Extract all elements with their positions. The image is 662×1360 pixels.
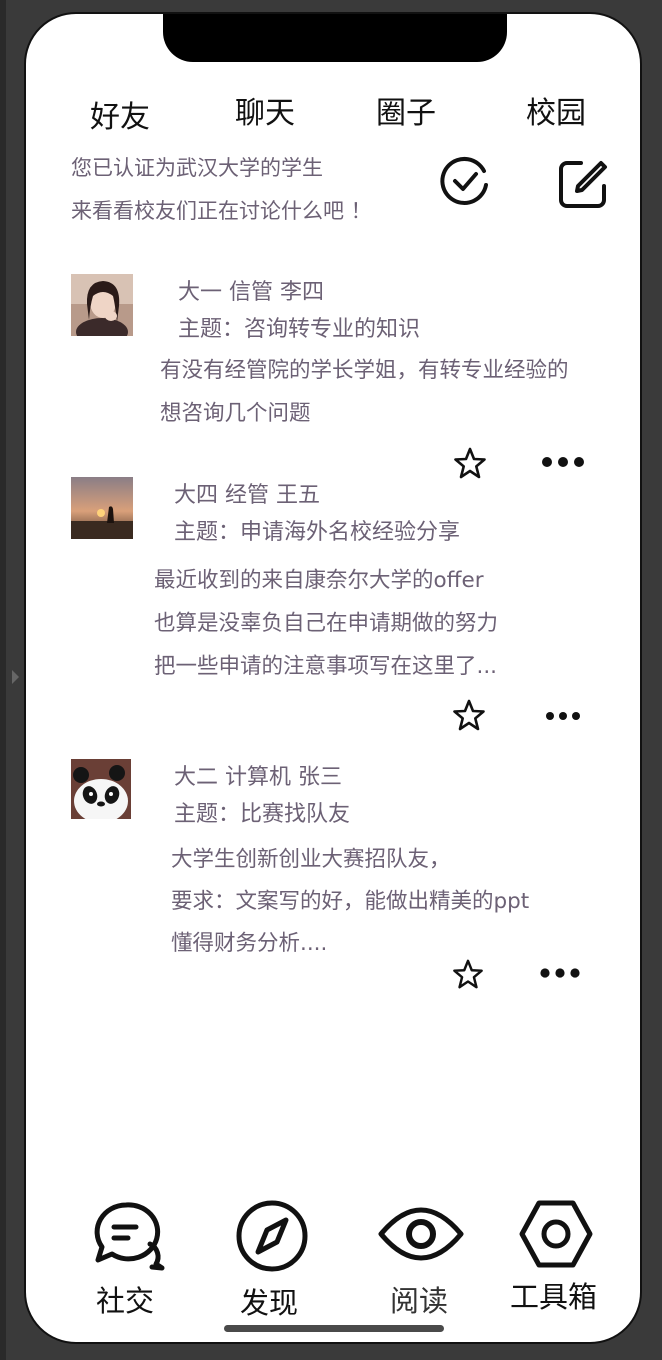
check-circle-icon[interactable] [438, 154, 492, 212]
more-dots-icon[interactable] [540, 965, 580, 985]
top-tab-bar: 好友 聊天 圈子 校园 [26, 86, 640, 136]
more-dots-icon[interactable] [541, 454, 585, 474]
post-author: 大二 计算机 张三 [174, 765, 342, 790]
verify-prompt: 来看看校友们正在讨论什么吧 ！ [71, 199, 372, 223]
post-body-line: 把一些申请的注意事项写在这里了... [154, 654, 498, 679]
nav-label-social: 社交 [96, 1284, 155, 1318]
tab-circle[interactable]: 圈子 [376, 88, 436, 132]
nav-label-read: 阅读 [390, 1284, 449, 1318]
star-icon[interactable] [452, 958, 484, 994]
post-author: 大一 信管 李四 [178, 280, 324, 305]
tab-campus[interactable]: 校园 [526, 88, 586, 132]
bottom-nav-bar: 社交 发现 阅读 工具箱 [26, 1194, 640, 1324]
avatar[interactable] [71, 477, 133, 539]
hexagon-nut-icon [518, 1200, 594, 1274]
avatar[interactable] [71, 759, 131, 819]
window-edge [0, 0, 6, 1360]
panel-expand-arrow-icon[interactable] [12, 670, 19, 684]
eye-icon [376, 1207, 466, 1272]
nav-label-toolbox: 工具箱 [510, 1280, 598, 1314]
post-body-line: 想咨询几个问题 [160, 401, 311, 426]
post-topic: 主题：咨询转专业的知识 [178, 317, 421, 342]
nav-item-toolbox[interactable]: 工具箱 [510, 1198, 597, 1314]
chat-bubbles-icon [92, 1202, 168, 1276]
compass-icon [234, 1200, 310, 1278]
star-icon[interactable] [452, 698, 486, 736]
post-body-line: 大学生创新创业大赛招队友， [171, 847, 451, 872]
post-body-line: 懂得财务分析.... [171, 931, 328, 956]
home-indicator[interactable] [224, 1325, 444, 1332]
nav-label-discover: 发现 [240, 1286, 299, 1320]
phone-notch [163, 14, 507, 62]
post-body-line: 要求：文案写的好，能做出精美的ppt [171, 889, 530, 914]
post-body-line: 也算是没辜负自己在申请期做的努力 [154, 611, 499, 636]
star-icon[interactable] [453, 446, 487, 484]
tab-chat[interactable]: 聊天 [235, 88, 295, 132]
more-dots-icon[interactable] [545, 708, 581, 727]
avatar[interactable] [71, 274, 133, 336]
nav-item-social[interactable]: 社交 [92, 1200, 168, 1318]
post-body-line: 有没有经管院的学长学姐，有转专业经验的 [160, 358, 569, 383]
edit-square-icon[interactable] [557, 158, 609, 214]
tab-friends[interactable]: 好友 [90, 92, 150, 136]
post-body-line: 最近收到的来自康奈尔大学的offer [154, 568, 484, 593]
post-topic: 主题：比赛找队友 [174, 802, 351, 827]
nav-item-read[interactable]: 阅读 [376, 1200, 466, 1318]
verify-message: 您已认证为武汉大学的学生 [71, 156, 323, 180]
post-author: 大四 经管 王五 [174, 483, 320, 508]
nav-item-discover[interactable]: 发现 [234, 1198, 310, 1320]
phone-screen: 好友 聊天 圈子 校园 您已认证为武汉大学的学生 来看看校友们正在讨论什么吧 ！ [24, 12, 642, 1344]
post-topic: 主题：申请海外名校经验分享 [174, 520, 461, 545]
